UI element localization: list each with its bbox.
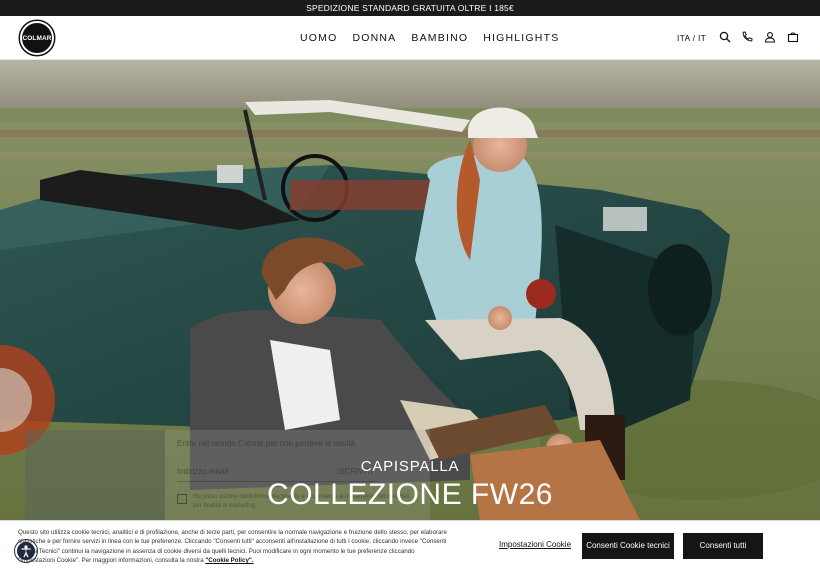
- hero-subtitle: CAPISPALLA: [360, 458, 460, 475]
- cookie-text: Questo sito utilizza cookie tecnici, ana…: [18, 528, 450, 566]
- nav-item-uomo[interactable]: UOMO: [300, 32, 337, 44]
- hero-title[interactable]: COLLEZIONE FW26: [0, 478, 820, 512]
- language-selector[interactable]: ITA / IT: [677, 33, 706, 43]
- accept-technical-cookies-button[interactable]: Consenti Cookie tecnici: [582, 533, 674, 559]
- newsletter-intro: Entra nel mondo Colmar per non perdere l…: [177, 439, 355, 448]
- nav-item-donna[interactable]: DONNA: [352, 32, 396, 44]
- main-nav: UOMO DONNA BAMBINO HIGHLIGHTS: [300, 16, 574, 60]
- search-icon[interactable]: [719, 31, 731, 43]
- site-header: COLMAR UOMO DONNA BAMBINO HIGHLIGHTS ITA…: [0, 16, 820, 60]
- cookie-banner: Questo sito utilizza cookie tecnici, ana…: [0, 520, 820, 577]
- nav-item-bambino[interactable]: BAMBINO: [411, 32, 468, 44]
- promo-banner: SPEDIZIONE STANDARD GRATUITA OLTRE I 185…: [0, 0, 820, 16]
- phone-icon[interactable]: [741, 31, 753, 43]
- colmar-logo[interactable]: COLMAR: [20, 21, 54, 55]
- hero-banner[interactable]: Entra nel mondo Colmar per non perdere l…: [0, 60, 820, 520]
- nav-item-highlights[interactable]: HIGHLIGHTS: [483, 32, 559, 44]
- bag-icon[interactable]: [787, 31, 799, 43]
- account-icon[interactable]: [764, 31, 776, 43]
- accept-all-cookies-button[interactable]: Consenti tutti: [683, 533, 763, 559]
- logo-text: COLMAR: [22, 34, 52, 42]
- cookie-settings-button[interactable]: Impostazioni Cookie: [499, 540, 571, 549]
- cookie-policy-link[interactable]: "Cookie Policy".: [205, 557, 253, 564]
